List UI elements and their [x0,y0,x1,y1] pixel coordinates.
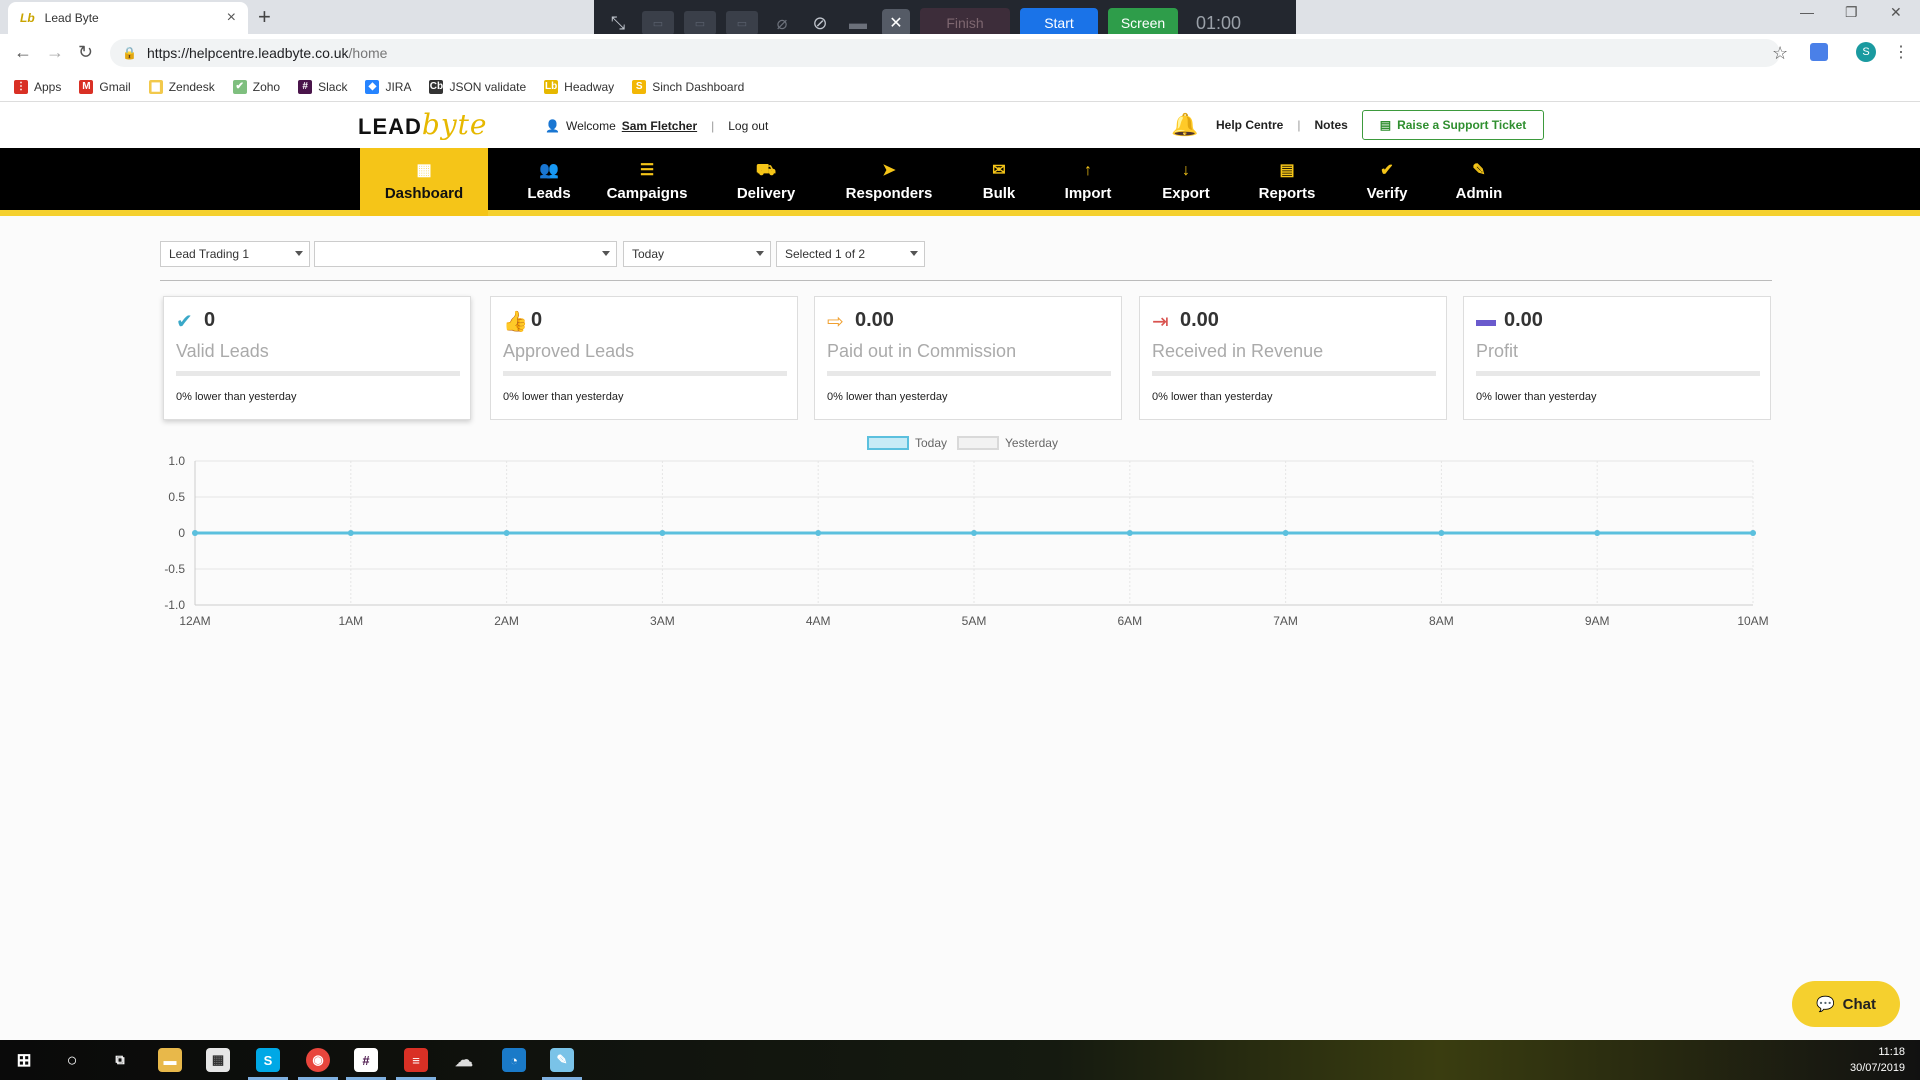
data-point-today [1438,530,1445,536]
search-circle-icon[interactable]: ○ [60,1048,84,1072]
chrome-icon[interactable]: ◉ [306,1048,330,1072]
taskbar-clock[interactable]: 11:18 30/07/2019 [1850,1044,1905,1076]
data-point-today [503,530,510,536]
store-icon[interactable]: ▦ [206,1048,230,1072]
windows-start-icon[interactable]: ⊞ [12,1048,36,1072]
x-tick-label: 6AM [1117,614,1142,628]
x-tick-label: 10AM [1737,614,1768,628]
slack-taskbar-icon[interactable]: # [354,1048,378,1072]
x-tick-label: 5AM [962,614,987,628]
x-tick-label: 3AM [650,614,675,628]
todoist-icon[interactable]: ≡ [404,1048,428,1072]
data-point-today [659,530,666,536]
data-point-today [971,530,977,536]
y-tick-label: 0 [178,526,185,540]
data-point-today [1282,530,1289,536]
data-point-today [1594,530,1601,536]
data-point-today [815,530,822,536]
chat-button[interactable]: 💬 Chat [1792,981,1900,1027]
data-point-today [1126,530,1133,536]
y-tick-label: -0.5 [164,562,185,576]
chat-label: Chat [1842,995,1877,1013]
file-explorer-icon[interactable]: ▬ [158,1048,182,1072]
data-point-today [1750,530,1756,536]
y-tick-label: 1.0 [168,454,185,468]
y-tick-label: -1.0 [164,598,185,612]
x-tick-label: 12AM [179,614,210,628]
hourly-leads-chart: 1.0 0.5 0 -0.5 -1.0 12AM 1AM 2AM 3AM 4AM 5AM 6AM 7AM… [164,454,1768,628]
x-tick-label: 2AM [494,614,519,628]
y-tick-label: 0.5 [168,490,185,504]
data-point-today [192,530,198,536]
taskbar-date: 30/07/2019 [1850,1062,1906,1074]
data-point-today [347,530,354,536]
chat-bubble-icon: 💬 [1815,996,1835,1013]
skype-icon[interactable]: S [256,1048,280,1072]
task-view-icon[interactable]: ⧉ [108,1048,132,1072]
snipping-tool-icon[interactable]: ✎ [550,1048,574,1072]
x-tick-label: 1AM [338,614,363,628]
windows-taskbar: ⊞ ○ ⧉ ▬ ▦ S ◉ # ≡ ☁ ◔ ✎ 11:18 30/07/2019 [0,1040,1920,1080]
x-tick-label: 9AM [1585,614,1610,628]
onedrive-cloud-icon[interactable]: ☁ [452,1048,476,1072]
taskbar-time: 11:18 [1878,1046,1906,1058]
x-tick-label: 8AM [1429,614,1454,628]
messaging-app-icon[interactable]: ◔ [502,1048,526,1072]
x-tick-label: 4AM [806,614,831,628]
x-tick-label: 7AM [1273,614,1298,628]
